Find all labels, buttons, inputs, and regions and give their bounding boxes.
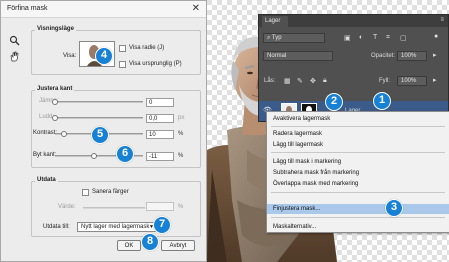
menu-item-refine-mask[interactable]: Finjustera mask... xyxy=(267,204,449,214)
badge-1: 1 xyxy=(373,92,391,110)
amount-unit: % xyxy=(178,204,184,210)
filter-type-icon[interactable]: T xyxy=(373,34,377,41)
menu-separator xyxy=(271,152,445,153)
filter-shape-icon[interactable]: ⌗ xyxy=(386,34,390,42)
lock-all-icon[interactable]: 🔒︎ xyxy=(323,77,327,85)
output-to-value: Nytt lager med lagermask xyxy=(81,224,150,230)
badge-6: 6 xyxy=(116,145,134,163)
lock-label: Lås: xyxy=(264,78,276,84)
badge-3: 3 xyxy=(385,199,403,217)
slider-value-field[interactable]: 0 xyxy=(146,98,174,107)
layers-panel: Lager ≡ ⌕ Typ ▣ ◐ T ⌗ ▢ ● Normal Opacite… xyxy=(258,14,449,122)
cancel-button[interactable]: Avbryt xyxy=(161,240,195,251)
slider-knob[interactable] xyxy=(52,99,58,105)
hand-icon[interactable] xyxy=(9,51,20,62)
fill-field[interactable]: 100% xyxy=(397,76,427,86)
fill-chevron-icon[interactable]: ▸ xyxy=(433,76,437,84)
slider-value-field[interactable]: 0,0 xyxy=(146,114,174,123)
ok-button[interactable]: OK xyxy=(117,240,141,251)
filter-kind-select[interactable]: ⌕ Typ xyxy=(263,33,325,43)
lock-move-icon[interactable]: ✥ xyxy=(310,77,316,85)
amount-label: Värde: xyxy=(58,204,76,210)
dialog-title: Förfina mask xyxy=(7,5,48,12)
decontaminate-label: Sanera färger xyxy=(92,189,129,195)
opacity-chevron-icon[interactable]: ▸ xyxy=(433,51,437,59)
fill-label: Fyll: xyxy=(379,78,390,84)
lock-transparent-icon[interactable]: ▦ xyxy=(284,77,291,85)
menu-separator xyxy=(271,192,445,193)
opacity-label: Opacitet: xyxy=(371,53,396,59)
show-radius-checkbox[interactable] xyxy=(119,45,126,52)
filter-kind-value: Typ xyxy=(271,35,282,41)
badge-2: 2 xyxy=(325,93,343,111)
badge-5: 5 xyxy=(91,126,109,144)
opacity-field[interactable]: 100% xyxy=(397,51,427,61)
menu-item-mask-options[interactable]: Maskalternativ... xyxy=(267,222,449,232)
blend-mode-select[interactable]: Normal xyxy=(263,51,333,61)
layer-mask-context-menu: Avaktivera lagermask Radera lagermask Lä… xyxy=(266,111,449,233)
menu-item-disable-mask[interactable]: Avaktivera lagermask xyxy=(267,114,449,124)
filter-adjust-icon[interactable]: ◐ xyxy=(359,34,363,41)
slider-label: Kontrast: xyxy=(33,130,58,136)
menu-item-apply-mask[interactable]: Lägg till lagermask xyxy=(267,140,449,150)
slider-unit: % xyxy=(178,153,184,159)
output-to-label: Utdata till: xyxy=(43,224,70,230)
menu-item-delete-mask[interactable]: Radera lagermask xyxy=(267,129,449,139)
slider-value-field[interactable]: -11 xyxy=(146,152,174,161)
fill-value: 100% xyxy=(401,78,417,84)
output-to-select[interactable]: Nytt lager med lagermask ▼ xyxy=(77,222,157,232)
tab-layers[interactable]: Lager xyxy=(262,16,288,27)
show-radius-label: Visa radie (J) xyxy=(129,45,165,51)
filter-toggle-icon[interactable]: ● xyxy=(434,33,438,40)
panel-menu-icon[interactable]: ≡ xyxy=(440,17,444,23)
menu-item-add-mask-to-selection[interactable]: Lägg till mask i markering xyxy=(267,157,449,167)
opacity-value: 100% xyxy=(401,53,417,59)
view-label: Visa: xyxy=(63,53,77,59)
slider-label: Byt kant: xyxy=(33,152,57,158)
close-icon[interactable]: ✕ xyxy=(192,3,200,14)
slider-knob[interactable] xyxy=(52,115,58,121)
view-mode-group xyxy=(31,30,201,75)
filter-smart-icon[interactable]: ▢ xyxy=(400,34,407,42)
amount-field[interactable] xyxy=(146,202,174,211)
dialog-titlebar: Förfina mask ✕ xyxy=(1,1,206,18)
badge-7: 7 xyxy=(153,216,171,234)
show-original-label: Visa ursprunglig (P) xyxy=(129,61,182,67)
menu-separator xyxy=(271,217,445,218)
filter-pixel-icon[interactable]: ▣ xyxy=(344,34,351,42)
slider-unit: % xyxy=(178,131,184,137)
amount-slider-track[interactable] xyxy=(83,207,145,209)
badge-8: 8 xyxy=(141,233,159,251)
view-mode-title: Visningsläge xyxy=(35,26,76,32)
slider-value-field[interactable]: 10 xyxy=(146,130,174,139)
output-title: Utdata xyxy=(35,177,58,183)
menu-separator xyxy=(271,126,445,127)
blend-mode-value: Normal xyxy=(267,53,287,59)
slider-unit: px xyxy=(178,115,185,121)
slider-track[interactable] xyxy=(55,101,143,103)
badge-4: 4 xyxy=(95,47,113,65)
slider-track[interactable] xyxy=(55,117,143,119)
lock-brush-icon[interactable]: ✎ xyxy=(297,77,303,85)
menu-item-subtract-mask-from-selection[interactable]: Subtrahera mask från markering xyxy=(267,168,449,178)
show-original-checkbox[interactable] xyxy=(119,61,126,68)
menu-item-intersect-mask-with-selection[interactable]: Överlappa mask med markering xyxy=(267,179,449,189)
slider-knob[interactable] xyxy=(60,131,67,137)
layers-tabbar: Lager ≡ xyxy=(259,15,448,27)
edge-adjust-title: Justera kant xyxy=(35,86,75,92)
zoom-icon[interactable] xyxy=(9,35,20,46)
decontaminate-checkbox[interactable] xyxy=(82,189,89,196)
